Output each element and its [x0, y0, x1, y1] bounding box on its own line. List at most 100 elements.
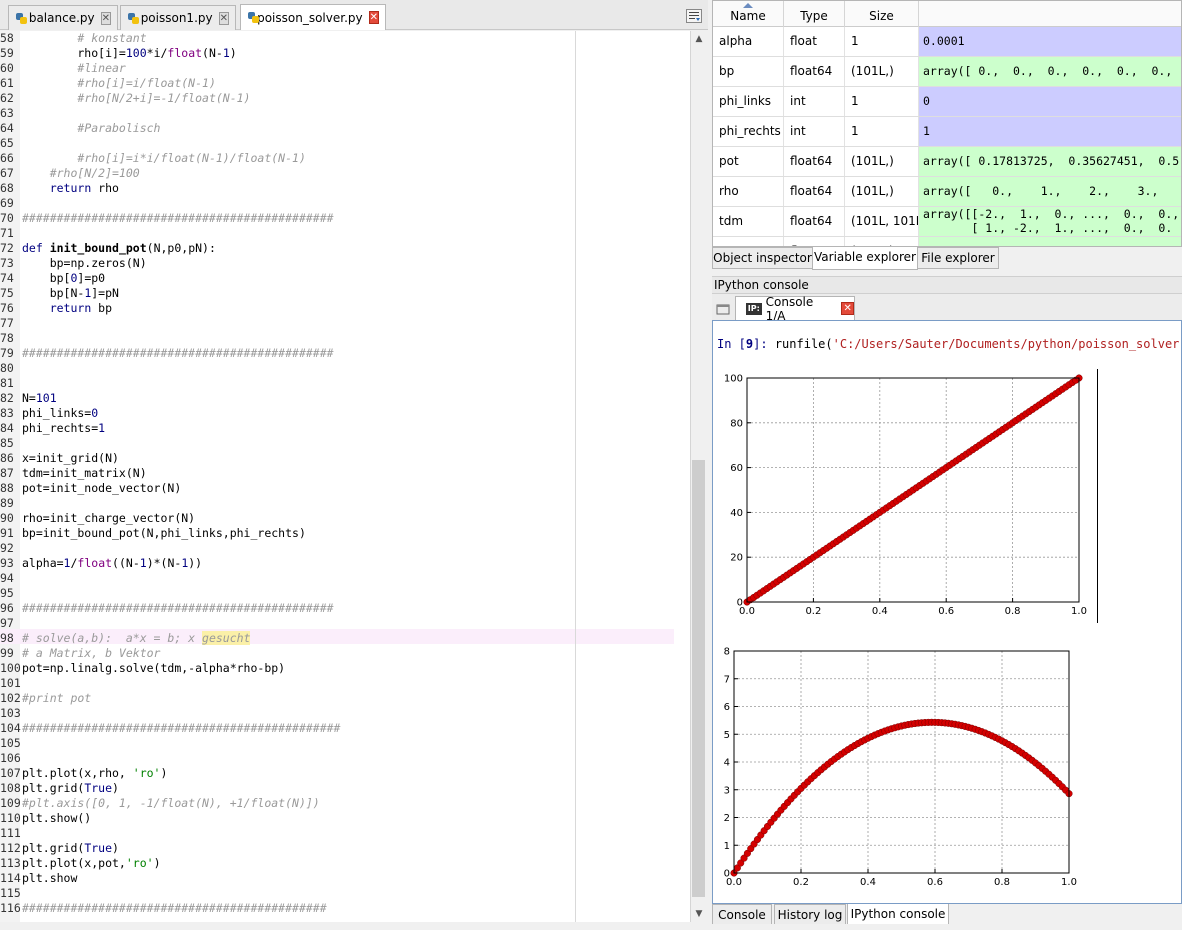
line-number: 102 — [0, 691, 21, 705]
variable-value: 0 — [919, 87, 1181, 116]
code-line: #print pot — [22, 691, 92, 705]
variable-row[interactable]: phi_rechts int 1 1 — [713, 117, 1181, 147]
code-line: bp[0]=p0 — [22, 271, 106, 285]
tab-console-1a[interactable]: IP: Console 1/A ✕ — [735, 295, 855, 323]
x-tick-label: 0.2 — [793, 877, 809, 888]
code-line: def init_bound_pot(N,p0,pN): — [22, 241, 216, 255]
variable-row[interactable]: pot float64 (101L,) array([ 0.17813725, 0.3… — [713, 147, 1181, 177]
variable-value: array([ 0.17813725, 0.35627451, 0.5 — [919, 147, 1181, 176]
line-number: 61 — [0, 76, 14, 90]
code-line: return rho — [49, 181, 119, 195]
variable-name: x — [713, 237, 784, 246]
scroll-down-icon[interactable]: ▼ — [693, 908, 705, 920]
column-header-value[interactable] — [919, 1, 1181, 27]
variable-size: (101L,) — [845, 237, 919, 246]
line-number: 59 — [0, 46, 14, 60]
line-number: 108 — [0, 781, 21, 795]
line-number: 109 — [0, 796, 21, 810]
tab-menu-icon[interactable] — [686, 9, 702, 23]
line-number: 92 — [0, 541, 14, 555]
edge-line — [575, 31, 576, 922]
plot-separator — [1097, 369, 1098, 623]
code-line: # a Matrix, b Vektor — [22, 646, 161, 660]
tab-balance[interactable]: balance.py ✕ — [8, 5, 118, 30]
code-line: #rho[i]=i/float(N-1) — [77, 76, 216, 90]
code-line: plt.show() — [22, 811, 92, 825]
variable-name: bp — [713, 57, 784, 86]
line-number: 63 — [0, 106, 14, 120]
editor-scrollbar-thumb[interactable] — [692, 460, 705, 897]
variable-row[interactable]: alpha float 1 0.0001 — [713, 27, 1181, 57]
python-file-icon — [127, 12, 139, 25]
line-number: 72 — [0, 241, 14, 255]
code-area[interactable]: 58 # konstant 59 rho[i]=100*i/float(N-1) 6… — [0, 31, 690, 922]
scroll-up-icon[interactable]: ▲ — [693, 33, 705, 45]
variable-row[interactable]: rho float64 (101L,) array([ 0., 1., 2., 3., — [713, 177, 1181, 207]
line-number: 84 — [0, 421, 14, 435]
python-file-icon — [247, 11, 260, 24]
variable-name: pot — [713, 147, 784, 176]
tab-file-explorer[interactable]: File explorer — [917, 247, 999, 269]
code-line: #rho[N/2+i]=-1/float(N-1) — [77, 91, 251, 105]
editor-tab-bar: balance.py ✕ poisson1.py ✕ poisson_solve… — [0, 0, 708, 30]
variable-row[interactable]: bp float64 (101L,) array([ 0., 0., 0., 0., … — [713, 57, 1181, 87]
code-line: pot=init_node_vector(N) — [22, 481, 182, 495]
line-number: 104 — [0, 721, 21, 735]
line-number: 82 — [0, 391, 14, 405]
code-line: phi_links=0 — [22, 406, 99, 420]
x-tick-label: 0.6 — [927, 877, 943, 888]
console-options-icon[interactable] — [714, 301, 732, 317]
variable-type: float64 — [784, 237, 845, 246]
line-number: 88 — [0, 481, 14, 495]
prompt-in: In [ — [717, 337, 746, 351]
line-number: 103 — [0, 706, 21, 720]
line-number: 98 — [0, 631, 14, 645]
variable-type: float64 — [784, 57, 845, 86]
x-tick-label: 0.6 — [938, 606, 954, 617]
close-icon[interactable]: ✕ — [841, 302, 854, 315]
variable-row[interactable]: phi_links int 1 0 — [713, 87, 1181, 117]
line-number: 64 — [0, 121, 14, 135]
tab-poisson1[interactable]: poisson1.py ✕ — [120, 5, 236, 30]
close-icon[interactable]: ✕ — [218, 11, 229, 25]
console-output[interactable]: In [9]: runfile('C:/Users/Sauter/Documen… — [712, 320, 1182, 904]
variable-explorer-table: Name Type Size alpha float 1 0.0001 bp float6… — [712, 0, 1182, 247]
column-header-size[interactable]: Size — [845, 1, 919, 27]
code-line: bp=init_bound_pot(N,phi_links,phi_rechts… — [22, 526, 306, 540]
column-header-type[interactable]: Type — [784, 1, 845, 27]
line-number: 101 — [0, 676, 21, 690]
tab-object-inspector[interactable]: Object inspector — [712, 247, 813, 269]
line-number: 78 — [0, 331, 14, 345]
line-number: 93 — [0, 556, 14, 570]
tab-poisson-solver[interactable]: poisson_solver.py ✕ — [240, 4, 386, 30]
tab-console[interactable]: Console — [712, 904, 772, 926]
close-icon[interactable]: ✕ — [368, 11, 379, 24]
code-line: # konstant — [77, 31, 147, 45]
code-line: # solve(a,b): a*x = b; x gesucht — [22, 631, 251, 645]
line-number: 99 — [0, 646, 14, 660]
line-number: 107 — [0, 766, 21, 780]
bottom-panel-tabs: Console History log IPython console — [712, 904, 1182, 927]
variable-row[interactable]: xfloat64(101L,)array([ 0. , 0.01, 0.02, … — [713, 237, 1181, 246]
code-line: x=init_grid(N) — [22, 451, 119, 465]
tab-label: poisson1.py — [140, 11, 213, 25]
tab-variable-explorer[interactable]: Variable explorer — [812, 247, 918, 270]
y-tick-label: 6 — [724, 702, 730, 713]
line-number: 73 — [0, 256, 14, 270]
x-tick-label: 0.8 — [1005, 606, 1021, 617]
line-number: 81 — [0, 376, 14, 390]
code-line: #rho[N/2]=100 — [49, 166, 140, 180]
line-number: 76 — [0, 301, 14, 315]
tab-history-log[interactable]: History log — [774, 904, 846, 926]
line-number: 85 — [0, 436, 14, 450]
close-icon[interactable]: ✕ — [100, 11, 111, 25]
variable-size: 1 — [845, 117, 919, 146]
code-line: ########################################… — [22, 901, 327, 915]
line-number: 100 — [0, 661, 21, 675]
code-line: plt.plot(x,rho, 'ro') — [22, 766, 168, 780]
variable-row[interactable]: tdmfloat64(101L, 101L)array([[-2., 1., 0… — [713, 207, 1181, 237]
variable-size: 1 — [845, 87, 919, 116]
variable-type: float — [784, 27, 845, 56]
code-line: bp=np.zeros(N) — [22, 256, 147, 270]
code-line: ########################################… — [22, 346, 334, 360]
